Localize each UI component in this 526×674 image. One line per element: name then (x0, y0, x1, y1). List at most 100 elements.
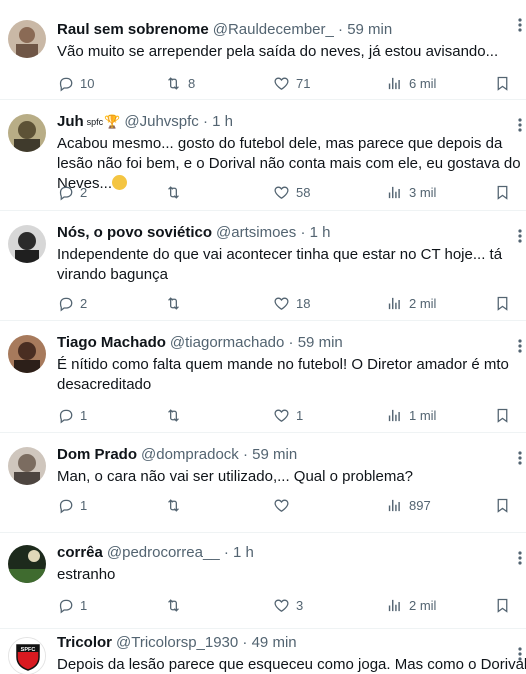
views-button[interactable]: 1 mil (386, 405, 436, 425)
avatar[interactable] (8, 545, 46, 583)
views-button[interactable]: 3 mil (386, 182, 436, 202)
views-button[interactable]: 2 mil (386, 293, 436, 313)
heart-icon (274, 409, 289, 422)
like-button[interactable]: 58 (273, 182, 310, 202)
retweet-button[interactable] (165, 405, 188, 425)
like-count: 58 (296, 184, 311, 200)
like-button[interactable]: 18 (273, 293, 310, 313)
bookmark-button[interactable] (494, 405, 511, 425)
reply-button[interactable]: 2 (57, 182, 87, 202)
tweet[interactable]: corrêa @pedrocorrea__ · 1 h estranho 1 3 … (0, 533, 526, 629)
tweet[interactable]: Dom Prado @dompradock · 59 min Man, o car… (0, 433, 526, 533)
like-button[interactable]: 3 (273, 595, 303, 615)
reply-icon (59, 186, 73, 200)
views-count: 2 mil (409, 597, 437, 613)
retweet-icon (168, 76, 179, 90)
tweet[interactable]: Nós, o povo soviético @artsimoes · 1 h In… (0, 211, 526, 321)
tweet[interactable]: Raul sem sobrenome @Rauldecember_ · 59 mi… (0, 0, 526, 100)
timestamp[interactable]: 1 h (233, 544, 254, 561)
retweet-button[interactable] (165, 182, 188, 202)
display-name[interactable]: Raul sem sobrenome (57, 21, 209, 38)
more-icon[interactable] (514, 647, 526, 667)
bookmark-button[interactable] (494, 495, 511, 515)
avatar[interactable] (8, 447, 46, 485)
views-icon (388, 77, 400, 89)
display-name[interactable]: Tiago Machado (57, 334, 166, 351)
views-count: 6 mil (409, 75, 437, 91)
display-name[interactable]: Dom Prado (57, 446, 137, 463)
timestamp[interactable]: 1 h (212, 113, 233, 130)
views-icon (388, 186, 400, 198)
retweet-icon (168, 598, 179, 612)
tweet[interactable]: Tiago Machado @tiagormachado · 59 min É n… (0, 321, 526, 433)
bookmark-button[interactable] (494, 293, 511, 313)
heart-icon (274, 77, 289, 90)
retweet-count: 8 (188, 75, 196, 91)
reply-button[interactable]: 1 (57, 495, 87, 515)
bookmark-button[interactable] (494, 73, 511, 93)
views-button[interactable]: 2 mil (386, 595, 436, 615)
more-icon[interactable] (514, 118, 526, 138)
tweet-text: Man, o cara não vai ser utilizado,... Qu… (57, 468, 414, 485)
more-icon[interactable] (514, 451, 526, 471)
heart-icon (274, 186, 289, 199)
display-name[interactable]: Nós, o povo soviético (57, 224, 212, 241)
more-icon[interactable] (514, 339, 526, 359)
avatar[interactable]: SPFC (8, 637, 46, 674)
reply-button[interactable]: 1 (57, 595, 87, 615)
display-name[interactable]: Juh (57, 113, 84, 130)
bookmark-icon (497, 498, 508, 513)
timestamp[interactable]: 59 min (298, 334, 343, 351)
retweet-icon (168, 408, 179, 422)
retweet-button[interactable] (165, 495, 188, 515)
tweet[interactable]: SPFC Tricolor @Tricolorsp_1930 · 49 min D… (0, 629, 526, 674)
more-icon[interactable] (514, 18, 526, 38)
views-button[interactable]: 897 (386, 495, 431, 515)
timestamp[interactable]: 1 h (310, 224, 331, 241)
views-icon (388, 499, 400, 511)
reply-button[interactable]: 1 (57, 405, 87, 425)
like-button[interactable]: 1 (273, 405, 303, 425)
reply-button[interactable]: 2 (57, 293, 87, 313)
timestamp[interactable]: 59 min (347, 21, 392, 38)
user-handle[interactable]: @Juhvspfc (124, 113, 198, 130)
like-button[interactable]: 71 (273, 73, 310, 93)
tweet-content: corrêa @pedrocorrea__ · 1 h estranho (57, 543, 526, 585)
bookmark-button[interactable] (494, 595, 511, 615)
more-icon[interactable] (514, 229, 526, 249)
timestamp[interactable]: 59 min (252, 446, 297, 463)
views-count: 1 mil (409, 407, 437, 423)
like-count: 1 (296, 407, 304, 423)
like-button[interactable] (273, 495, 296, 515)
timestamp[interactable]: 49 min (252, 634, 297, 651)
avatar[interactable] (8, 20, 46, 58)
user-handle[interactable]: @Tricolorsp_1930 (116, 634, 238, 651)
bookmark-icon (497, 408, 508, 423)
separator-dot: · (242, 446, 248, 463)
avatar[interactable] (8, 225, 46, 263)
more-icon[interactable] (514, 551, 526, 571)
user-handle[interactable]: @tiagormachado (170, 334, 284, 351)
tweet-content: Raul sem sobrenome @Rauldecember_ · 59 mi… (57, 20, 526, 62)
views-count: 2 mil (409, 295, 437, 311)
reply-button[interactable]: 10 (57, 73, 94, 93)
retweet-icon (168, 296, 179, 310)
tweet-header: Dom Prado @dompradock · 59 min (57, 445, 526, 465)
action-bar: 1 1 1 mil (57, 405, 516, 425)
display-name[interactable]: Tricolor (57, 634, 112, 651)
views-icon (388, 409, 400, 421)
display-name[interactable]: corrêa (57, 544, 103, 561)
tweet[interactable]: Juh spfc🏆 @Juhvspfc · 1 h Acabou mesmo... … (0, 100, 526, 211)
user-handle[interactable]: @artsimoes (216, 224, 296, 241)
avatar[interactable] (8, 114, 46, 152)
retweet-button[interactable] (165, 595, 188, 615)
user-handle[interactable]: @Rauldecember_ (213, 21, 334, 38)
bookmark-button[interactable] (494, 182, 511, 202)
views-button[interactable]: 6 mil (386, 73, 436, 93)
user-handle[interactable]: @pedrocorrea__ (107, 544, 220, 561)
user-handle[interactable]: @dompradock (141, 446, 239, 463)
retweet-button[interactable] (165, 293, 188, 313)
avatar[interactable] (8, 335, 46, 373)
retweet-button[interactable]: 8 (165, 73, 195, 93)
action-bar: 2 58 3 mil (57, 182, 516, 202)
